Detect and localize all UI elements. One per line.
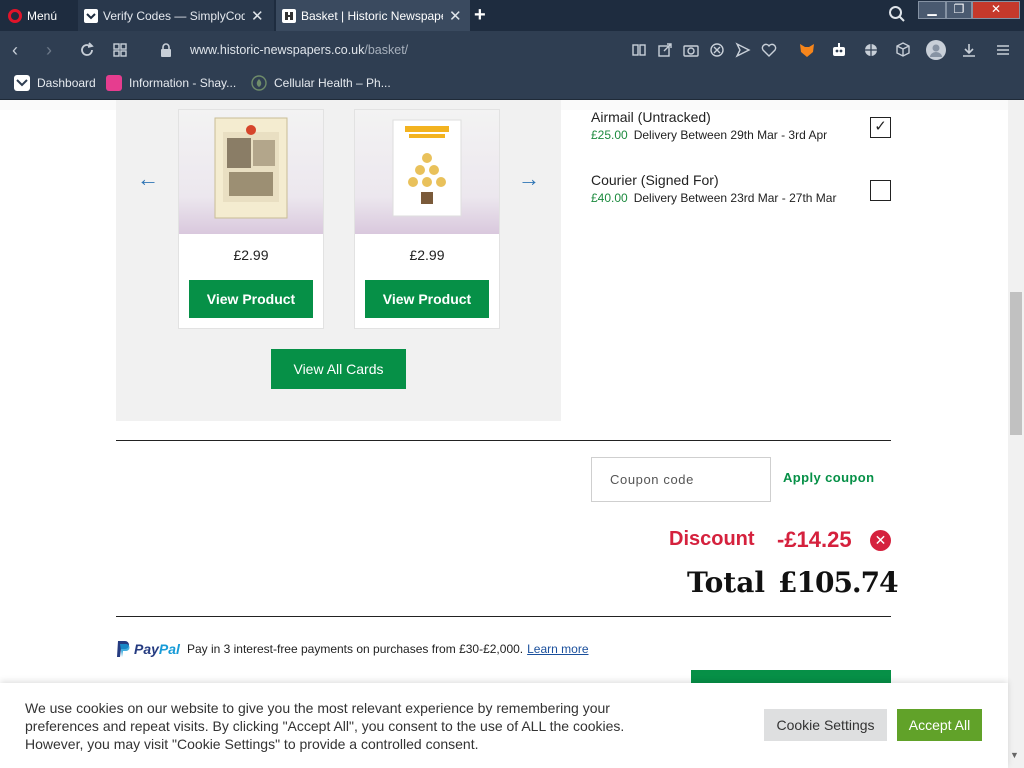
opera-logo-icon	[8, 8, 22, 23]
birthday-card-image	[179, 110, 323, 234]
close-tab-icon[interactable]: ✕	[449, 7, 462, 25]
birthday-card-illustration-icon	[214, 117, 288, 219]
profile-avatar-icon[interactable]	[926, 40, 946, 60]
ad-block-icon[interactable]	[708, 41, 726, 59]
bookmark-label: Information - Shay...	[129, 76, 237, 90]
carousel-next-arrow-icon[interactable]: →	[518, 166, 540, 192]
new-tab-plus-icon[interactable]: +	[474, 4, 486, 27]
shipping-option-delivery: Delivery Between 29th Mar - 3rd Apr	[633, 128, 828, 142]
accept-all-button[interactable]: Accept All	[897, 709, 982, 741]
camera-snapshot-icon[interactable]	[682, 41, 700, 59]
tab-title: Basket | Historic Newspapers	[301, 8, 443, 23]
window-minimize-button[interactable]: ▁	[918, 1, 946, 19]
divider	[116, 616, 891, 617]
paypal-logo-pay: Pay	[134, 641, 159, 657]
shipping-option-airmail[interactable]: Airmail (Untracked) £25.00 Delivery Betwe…	[591, 109, 827, 142]
bookmark-label: Dashboard	[37, 76, 96, 90]
reload-icon[interactable]	[78, 41, 96, 59]
apply-coupon-link[interactable]: Apply coupon	[783, 470, 874, 485]
airmail-checkbox[interactable]: ✓	[870, 117, 891, 138]
coupon-code-input[interactable]	[591, 457, 771, 502]
heart-icon[interactable]	[760, 41, 778, 59]
cookie-consent-text: We use cookies on our website to give yo…	[25, 700, 625, 752]
cube-extension-icon[interactable]	[894, 41, 912, 59]
tab-basket[interactable]: Basket | Historic Newspapers ✕	[276, 0, 470, 31]
address-bar: ‹ › www.historic-newspapers.co.uk/basket…	[0, 31, 1024, 69]
scroll-down-arrow-icon[interactable]: ▼	[1010, 750, 1019, 760]
easy-setup-menu-icon[interactable]	[994, 41, 1012, 59]
product-price: £2.99	[409, 247, 445, 263]
robot-extension-icon[interactable]	[830, 41, 848, 59]
bookmarks-bar: Dashboard Information - Shay... Cellular…	[0, 69, 1024, 100]
tab-title: Verify Codes — SimplyCodes	[103, 8, 245, 23]
download-icon[interactable]	[960, 41, 978, 59]
vpn-globe-icon[interactable]	[862, 41, 880, 59]
product-price: £2.99	[233, 247, 269, 263]
bookmark-label: Cellular Health – Ph...	[274, 76, 391, 90]
paypal-p-icon	[117, 641, 130, 657]
discount-value: -£14.25	[777, 527, 852, 552]
url-host: www.historic-newspapers.co.uk	[190, 43, 365, 57]
opera-menu-button[interactable]: Menú	[0, 0, 76, 31]
courier-checkbox[interactable]	[870, 180, 891, 201]
view-product-button[interactable]: View Product	[365, 280, 489, 318]
share-icon[interactable]	[656, 41, 674, 59]
tab-verify-codes[interactable]: Verify Codes — SimplyCodes ✕	[78, 0, 274, 31]
cards-carousel: ← → £2.99 View Product £2.99 View Produc…	[116, 100, 561, 421]
shipping-option-courier[interactable]: Courier (Signed For) £40.00 Delivery Betw…	[591, 172, 836, 205]
divider	[116, 440, 891, 441]
simplycodes-favicon-icon	[84, 8, 98, 23]
speed-dial-grid-icon[interactable]	[111, 41, 129, 59]
shipping-option-delivery: Delivery Between 23rd Mar - 27th Mar	[633, 191, 837, 205]
anniversary-card-illustration-icon	[392, 119, 462, 217]
url-field[interactable]: www.historic-newspapers.co.uk/basket/	[190, 43, 408, 57]
carousel-prev-arrow-icon[interactable]: ←	[137, 166, 159, 192]
tab-search-icon[interactable]	[888, 5, 906, 23]
page-content: ← → £2.99 View Product £2.99 View Produc…	[0, 100, 1024, 768]
dashboard-bookmark-icon	[14, 75, 30, 91]
window-close-button[interactable]: ✕	[972, 1, 1020, 19]
discount-label: Discount	[669, 528, 755, 550]
cookie-settings-button[interactable]: Cookie Settings	[764, 709, 887, 741]
historic-newspapers-favicon-icon	[282, 8, 296, 23]
menu-label: Menú	[27, 8, 58, 23]
scrollbar-thumb[interactable]	[1010, 292, 1022, 435]
forward-icon[interactable]: ›	[46, 41, 52, 59]
shipping-option-name: Courier (Signed For)	[591, 172, 719, 188]
metamask-fox-icon[interactable]	[798, 41, 816, 59]
information-bookmark-icon	[106, 75, 122, 91]
shipping-option-price: £25.00	[591, 128, 628, 142]
view-product-button[interactable]: View Product	[189, 280, 313, 318]
cookie-consent-banner: We use cookies on our website to give yo…	[0, 683, 1008, 768]
send-icon[interactable]	[734, 41, 752, 59]
reader-icon[interactable]	[630, 41, 648, 59]
paypal-pay-in-3-banner: PayPal Pay in 3 interest-free payments o…	[116, 640, 589, 658]
bookmark-dashboard[interactable]: Dashboard	[14, 75, 96, 91]
paypal-text: Pay in 3 interest-free payments on purch…	[186, 642, 524, 656]
back-icon[interactable]: ‹	[12, 41, 18, 59]
learn-more-link[interactable]: Learn more	[527, 642, 588, 656]
bookmark-cellular-health[interactable]: Cellular Health – Ph...	[251, 75, 391, 91]
shipping-option-name: Airmail (Untracked)	[591, 109, 711, 125]
close-tab-icon[interactable]: ✕	[251, 7, 264, 25]
bookmark-information[interactable]: Information - Shay...	[106, 75, 236, 91]
window-restore-button[interactable]: ❐	[946, 1, 972, 19]
product-card: £2.99 View Product	[178, 109, 324, 329]
total-value: £105.74	[778, 566, 899, 599]
paypal-logo: PayPal	[134, 641, 180, 657]
anniversary-card-image	[355, 110, 499, 234]
shipping-option-price: £40.00	[591, 191, 628, 205]
cellular-health-bookmark-icon	[251, 75, 267, 91]
lock-icon[interactable]	[160, 43, 172, 57]
browser-tab-bar: Menú Verify Codes — SimplyCodes ✕ Basket…	[0, 0, 1024, 31]
total-label: Total	[687, 566, 766, 599]
view-all-cards-button[interactable]: View All Cards	[271, 349, 406, 389]
product-card: £2.99 View Product	[354, 109, 500, 329]
remove-discount-icon[interactable]: ✕	[870, 530, 891, 551]
url-path: /basket/	[364, 43, 409, 57]
paypal-logo-pal: Pal	[158, 641, 180, 657]
